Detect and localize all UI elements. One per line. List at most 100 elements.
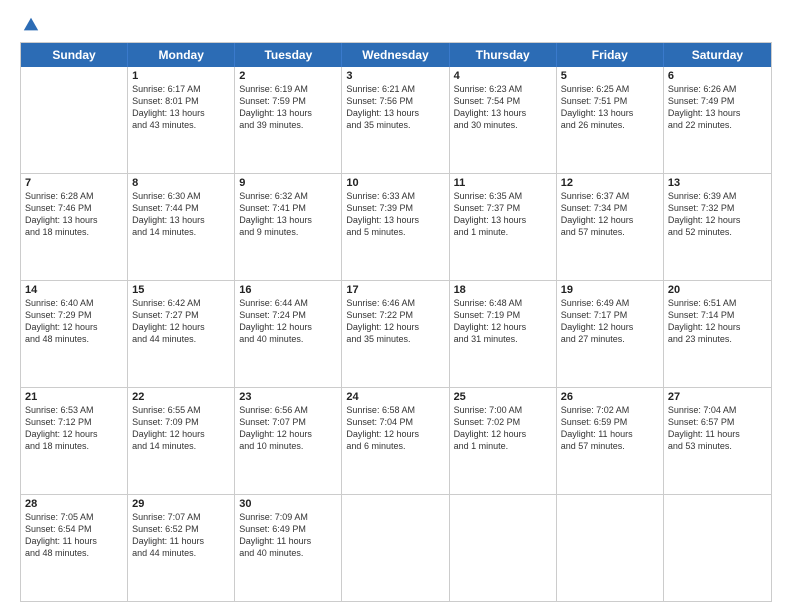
day-cell: 20Sunrise: 6:51 AM Sunset: 7:14 PM Dayli… <box>664 281 771 387</box>
day-info: Sunrise: 6:56 AM Sunset: 7:07 PM Dayligh… <box>239 404 337 453</box>
day-cell <box>21 67 128 173</box>
day-header: Tuesday <box>235 43 342 67</box>
day-info: Sunrise: 6:26 AM Sunset: 7:49 PM Dayligh… <box>668 83 767 132</box>
day-header: Sunday <box>21 43 128 67</box>
day-number: 28 <box>25 498 123 510</box>
day-number: 17 <box>346 284 444 296</box>
day-cell: 22Sunrise: 6:55 AM Sunset: 7:09 PM Dayli… <box>128 388 235 494</box>
day-info: Sunrise: 6:49 AM Sunset: 7:17 PM Dayligh… <box>561 297 659 346</box>
day-number: 18 <box>454 284 552 296</box>
day-number: 20 <box>668 284 767 296</box>
day-number: 27 <box>668 391 767 403</box>
day-cell: 15Sunrise: 6:42 AM Sunset: 7:27 PM Dayli… <box>128 281 235 387</box>
day-info: Sunrise: 6:25 AM Sunset: 7:51 PM Dayligh… <box>561 83 659 132</box>
day-cell: 7Sunrise: 6:28 AM Sunset: 7:46 PM Daylig… <box>21 174 128 280</box>
day-number: 7 <box>25 177 123 189</box>
day-number: 12 <box>561 177 659 189</box>
day-cell: 12Sunrise: 6:37 AM Sunset: 7:34 PM Dayli… <box>557 174 664 280</box>
day-cell: 25Sunrise: 7:00 AM Sunset: 7:02 PM Dayli… <box>450 388 557 494</box>
day-cell: 2Sunrise: 6:19 AM Sunset: 7:59 PM Daylig… <box>235 67 342 173</box>
day-cell: 27Sunrise: 7:04 AM Sunset: 6:57 PM Dayli… <box>664 388 771 494</box>
day-cell: 8Sunrise: 6:30 AM Sunset: 7:44 PM Daylig… <box>128 174 235 280</box>
day-cell: 10Sunrise: 6:33 AM Sunset: 7:39 PM Dayli… <box>342 174 449 280</box>
day-info: Sunrise: 6:37 AM Sunset: 7:34 PM Dayligh… <box>561 190 659 239</box>
day-cell: 13Sunrise: 6:39 AM Sunset: 7:32 PM Dayli… <box>664 174 771 280</box>
day-info: Sunrise: 6:58 AM Sunset: 7:04 PM Dayligh… <box>346 404 444 453</box>
week-row: 7Sunrise: 6:28 AM Sunset: 7:46 PM Daylig… <box>21 174 771 281</box>
day-number: 26 <box>561 391 659 403</box>
header <box>20 16 772 34</box>
day-info: Sunrise: 6:17 AM Sunset: 8:01 PM Dayligh… <box>132 83 230 132</box>
day-header: Friday <box>557 43 664 67</box>
week-row: 28Sunrise: 7:05 AM Sunset: 6:54 PM Dayli… <box>21 495 771 601</box>
day-header: Saturday <box>664 43 771 67</box>
day-info: Sunrise: 6:23 AM Sunset: 7:54 PM Dayligh… <box>454 83 552 132</box>
day-cell: 23Sunrise: 6:56 AM Sunset: 7:07 PM Dayli… <box>235 388 342 494</box>
day-number: 23 <box>239 391 337 403</box>
day-cell: 26Sunrise: 7:02 AM Sunset: 6:59 PM Dayli… <box>557 388 664 494</box>
day-number: 21 <box>25 391 123 403</box>
day-cell <box>664 495 771 601</box>
day-cell: 1Sunrise: 6:17 AM Sunset: 8:01 PM Daylig… <box>128 67 235 173</box>
day-info: Sunrise: 6:19 AM Sunset: 7:59 PM Dayligh… <box>239 83 337 132</box>
day-cell: 14Sunrise: 6:40 AM Sunset: 7:29 PM Dayli… <box>21 281 128 387</box>
day-number: 11 <box>454 177 552 189</box>
day-info: Sunrise: 7:02 AM Sunset: 6:59 PM Dayligh… <box>561 404 659 453</box>
day-info: Sunrise: 6:55 AM Sunset: 7:09 PM Dayligh… <box>132 404 230 453</box>
day-number: 25 <box>454 391 552 403</box>
day-number: 24 <box>346 391 444 403</box>
day-cell: 30Sunrise: 7:09 AM Sunset: 6:49 PM Dayli… <box>235 495 342 601</box>
day-info: Sunrise: 6:44 AM Sunset: 7:24 PM Dayligh… <box>239 297 337 346</box>
day-number: 2 <box>239 70 337 82</box>
day-info: Sunrise: 6:35 AM Sunset: 7:37 PM Dayligh… <box>454 190 552 239</box>
day-cell: 19Sunrise: 6:49 AM Sunset: 7:17 PM Dayli… <box>557 281 664 387</box>
day-number: 3 <box>346 70 444 82</box>
day-info: Sunrise: 6:33 AM Sunset: 7:39 PM Dayligh… <box>346 190 444 239</box>
day-number: 30 <box>239 498 337 510</box>
day-number: 19 <box>561 284 659 296</box>
day-cell: 24Sunrise: 6:58 AM Sunset: 7:04 PM Dayli… <box>342 388 449 494</box>
calendar-body: 1Sunrise: 6:17 AM Sunset: 8:01 PM Daylig… <box>21 67 771 601</box>
day-cell: 29Sunrise: 7:07 AM Sunset: 6:52 PM Dayli… <box>128 495 235 601</box>
day-number: 29 <box>132 498 230 510</box>
day-cell: 16Sunrise: 6:44 AM Sunset: 7:24 PM Dayli… <box>235 281 342 387</box>
day-info: Sunrise: 6:30 AM Sunset: 7:44 PM Dayligh… <box>132 190 230 239</box>
day-info: Sunrise: 6:40 AM Sunset: 7:29 PM Dayligh… <box>25 297 123 346</box>
day-number: 16 <box>239 284 337 296</box>
day-number: 10 <box>346 177 444 189</box>
day-info: Sunrise: 6:48 AM Sunset: 7:19 PM Dayligh… <box>454 297 552 346</box>
week-row: 14Sunrise: 6:40 AM Sunset: 7:29 PM Dayli… <box>21 281 771 388</box>
day-info: Sunrise: 7:04 AM Sunset: 6:57 PM Dayligh… <box>668 404 767 453</box>
page: SundayMondayTuesdayWednesdayThursdayFrid… <box>0 0 792 612</box>
day-number: 1 <box>132 70 230 82</box>
day-number: 15 <box>132 284 230 296</box>
day-number: 13 <box>668 177 767 189</box>
day-info: Sunrise: 7:07 AM Sunset: 6:52 PM Dayligh… <box>132 511 230 560</box>
day-cell <box>557 495 664 601</box>
week-row: 21Sunrise: 6:53 AM Sunset: 7:12 PM Dayli… <box>21 388 771 495</box>
day-cell: 18Sunrise: 6:48 AM Sunset: 7:19 PM Dayli… <box>450 281 557 387</box>
day-cell: 6Sunrise: 6:26 AM Sunset: 7:49 PM Daylig… <box>664 67 771 173</box>
day-info: Sunrise: 6:46 AM Sunset: 7:22 PM Dayligh… <box>346 297 444 346</box>
day-info: Sunrise: 6:32 AM Sunset: 7:41 PM Dayligh… <box>239 190 337 239</box>
day-cell: 3Sunrise: 6:21 AM Sunset: 7:56 PM Daylig… <box>342 67 449 173</box>
day-info: Sunrise: 7:05 AM Sunset: 6:54 PM Dayligh… <box>25 511 123 560</box>
day-info: Sunrise: 6:39 AM Sunset: 7:32 PM Dayligh… <box>668 190 767 239</box>
day-cell: 28Sunrise: 7:05 AM Sunset: 6:54 PM Dayli… <box>21 495 128 601</box>
day-cell: 9Sunrise: 6:32 AM Sunset: 7:41 PM Daylig… <box>235 174 342 280</box>
day-cell: 11Sunrise: 6:35 AM Sunset: 7:37 PM Dayli… <box>450 174 557 280</box>
day-info: Sunrise: 7:09 AM Sunset: 6:49 PM Dayligh… <box>239 511 337 560</box>
day-cell <box>450 495 557 601</box>
day-cell: 17Sunrise: 6:46 AM Sunset: 7:22 PM Dayli… <box>342 281 449 387</box>
day-number: 9 <box>239 177 337 189</box>
day-number: 4 <box>454 70 552 82</box>
day-number: 22 <box>132 391 230 403</box>
day-cell: 5Sunrise: 6:25 AM Sunset: 7:51 PM Daylig… <box>557 67 664 173</box>
day-cell: 21Sunrise: 6:53 AM Sunset: 7:12 PM Dayli… <box>21 388 128 494</box>
day-header: Monday <box>128 43 235 67</box>
day-number: 5 <box>561 70 659 82</box>
day-info: Sunrise: 7:00 AM Sunset: 7:02 PM Dayligh… <box>454 404 552 453</box>
day-header: Wednesday <box>342 43 449 67</box>
logo-icon <box>22 16 40 34</box>
day-info: Sunrise: 6:51 AM Sunset: 7:14 PM Dayligh… <box>668 297 767 346</box>
